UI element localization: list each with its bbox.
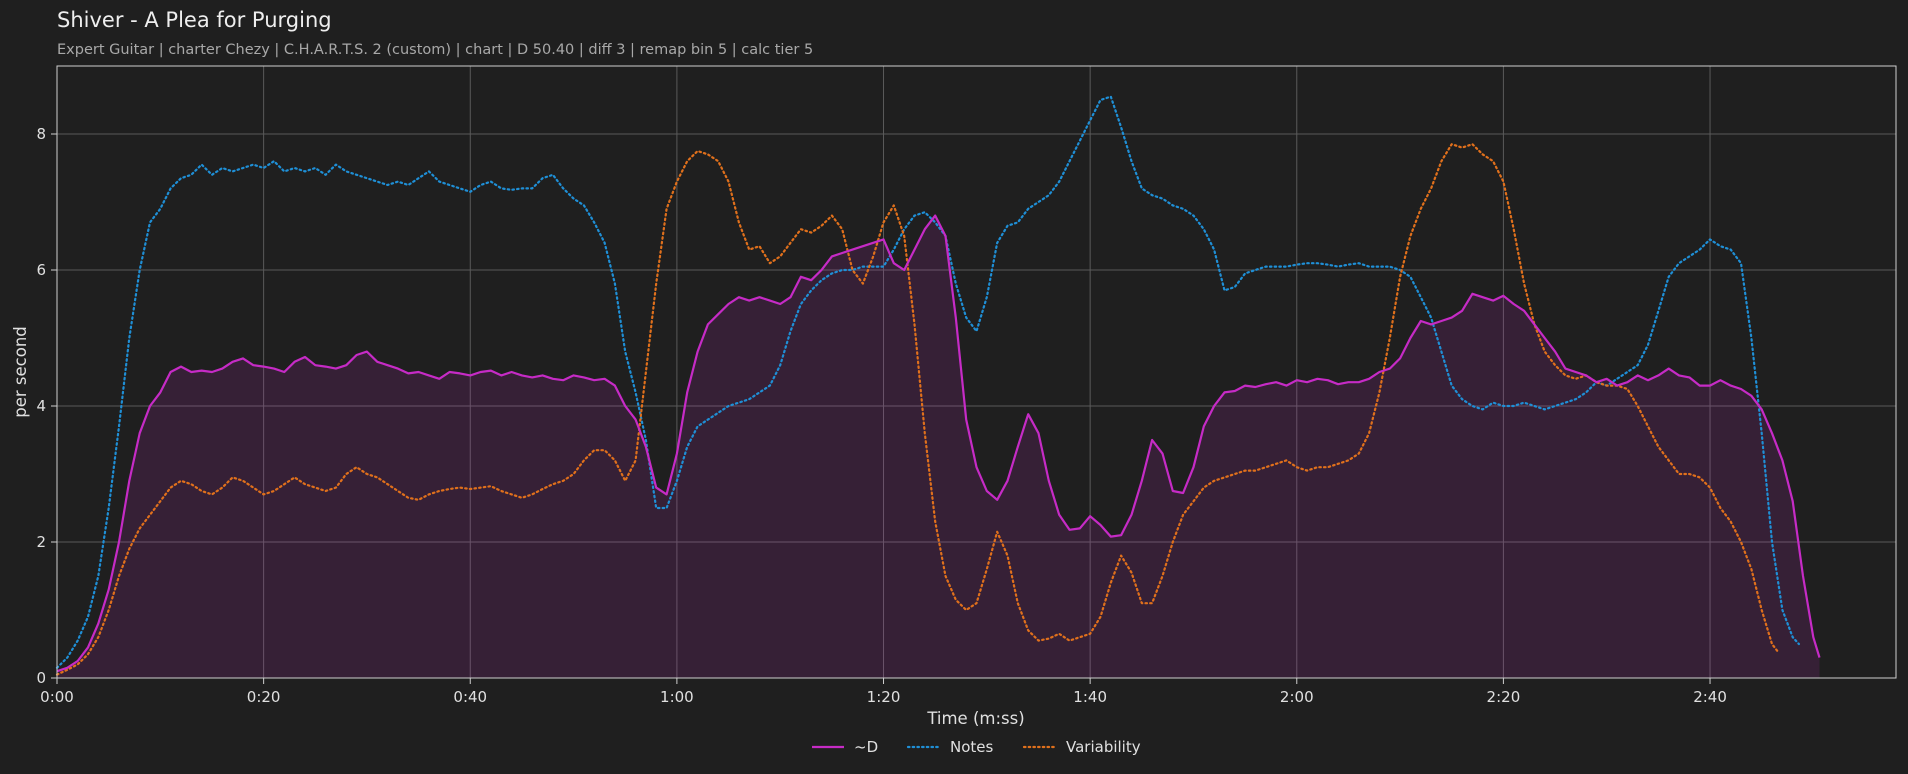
x-axis-ticks: 0:00 0:20 0:40 1:00 1:20 1:40 2:00 2:20 2:40 (40, 678, 1727, 706)
area-layer (57, 215, 1820, 678)
x-tick-label: 2:40 (1693, 688, 1727, 706)
x-tick-label: 0:20 (247, 688, 281, 706)
legend: ~D Notes Variability (812, 738, 1141, 756)
chart-title: Shiver - A Plea for Purging (57, 8, 332, 32)
y-axis-label: per second (11, 326, 30, 418)
legend-label: ~D (854, 738, 878, 756)
x-tick-label: 1:20 (867, 688, 901, 706)
x-tick-label: 0:00 (40, 688, 74, 706)
chart-subtitle: Expert Guitar | charter Chezy | C.H.A.R.… (57, 42, 813, 58)
x-tick-label: 1:00 (660, 688, 694, 706)
x-axis-label: Time (m:ss) (926, 709, 1024, 728)
legend-label: Variability (1066, 738, 1141, 756)
y-tick-label: 2 (36, 533, 46, 551)
y-tick-label: 8 (36, 125, 46, 143)
chart-figure: Shiver - A Plea for Purging Expert Guita… (11, 8, 1897, 756)
x-tick-label: 2:00 (1280, 688, 1314, 706)
y-tick-label: 6 (36, 261, 46, 279)
area-fill-d (57, 215, 1820, 678)
x-tick-label: 2:20 (1487, 688, 1521, 706)
y-axis-ticks: 0 2 4 6 8 (36, 125, 57, 687)
y-tick-label: 4 (36, 397, 46, 415)
x-tick-label: 0:40 (453, 688, 487, 706)
y-tick-label: 0 (36, 669, 46, 687)
x-tick-label: 1:40 (1073, 688, 1107, 706)
legend-label: Notes (950, 738, 994, 756)
